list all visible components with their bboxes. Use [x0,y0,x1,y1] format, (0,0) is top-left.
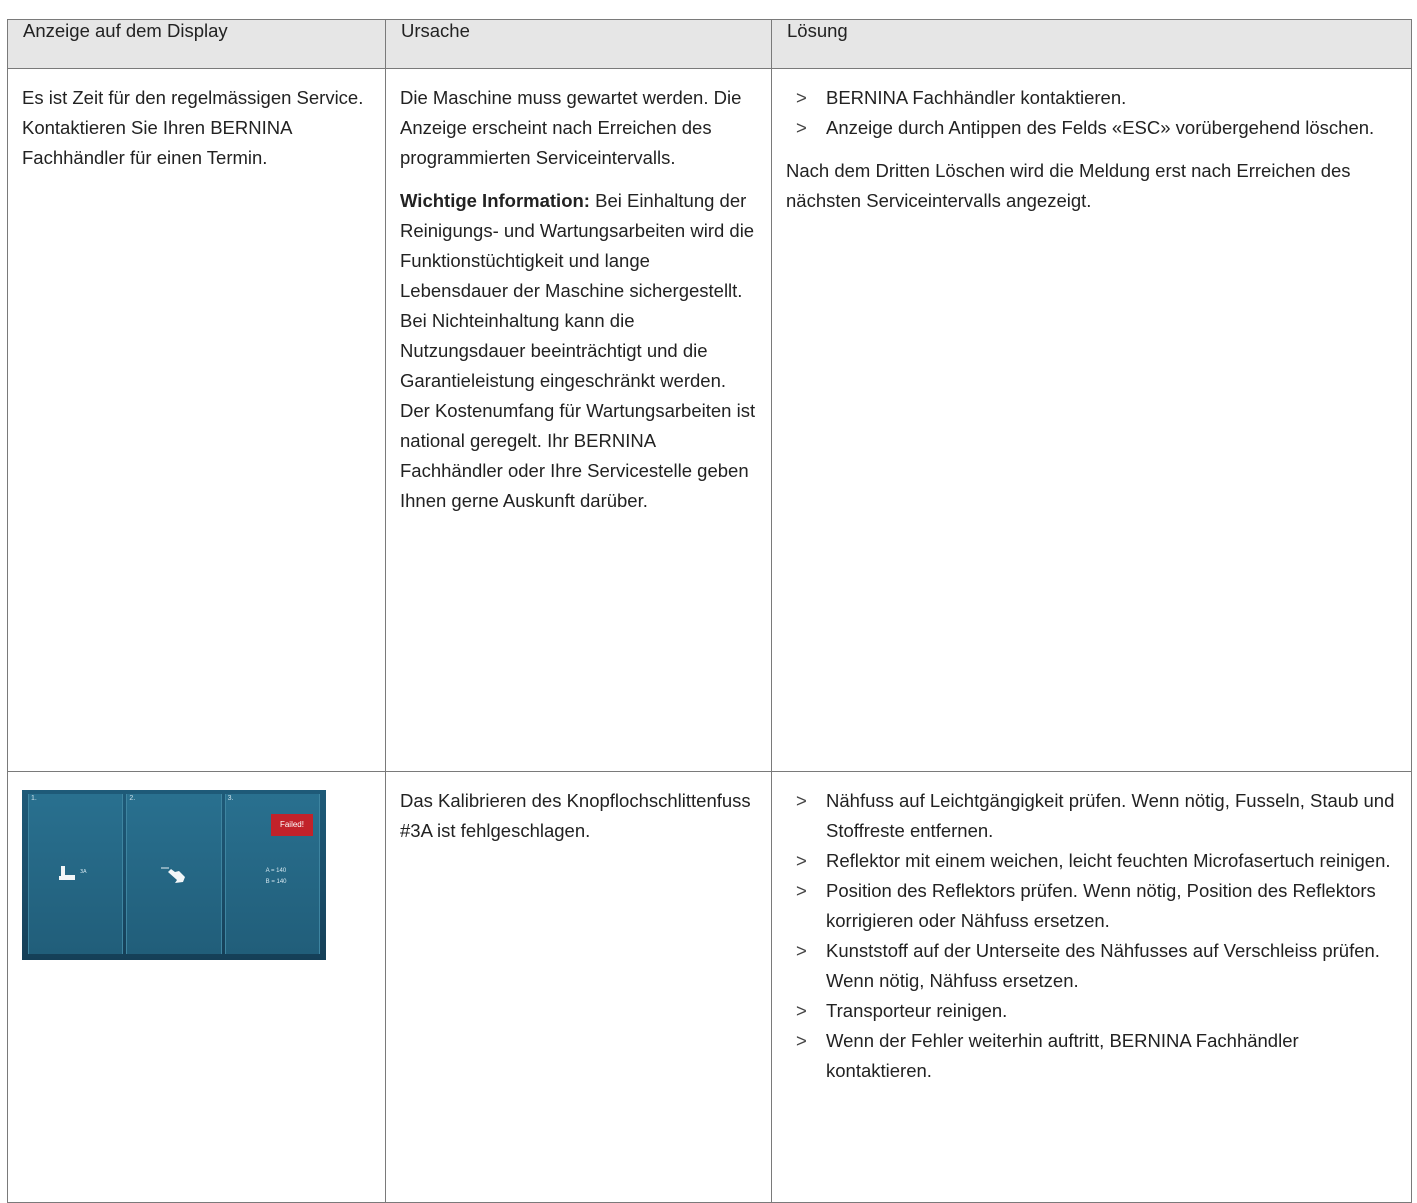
list-item: > Anzeige durch Antippen des Felds «ESC» … [786,113,1397,143]
important-note: Wichtige Information: Bei Einhaltung der… [400,186,757,516]
header-solution: Lösung [771,19,1412,69]
important-note-text: Bei Einhaltung der Reinigungs- und Wartu… [400,190,756,511]
screenshot-panel-3: 3. Failed! A = 140 B = 140 [224,794,320,954]
bullet-marker: > [796,87,807,108]
header-cause: Ursache [385,19,772,69]
header-display: Anzeige auf dem Display [7,19,386,69]
bullet-marker: > [796,880,807,901]
list-item: > Nähfuss auf Leichtgängigkeit prüfen. We… [786,786,1397,846]
solution-cell: > Nähfuss auf Leichtgängigkeit prüfen. We… [771,771,1412,1203]
display-cell: Es ist Zeit für den regelmässigen Servic… [7,68,386,772]
solution-note: Nach dem Dritten Löschen wird die Meldun… [786,160,1351,211]
troubleshooting-table: Anzeige auf dem Display Ursache Lösung E… [7,19,1412,1203]
list-item: > Position des Reflektors prüfen. Wenn nö… [786,876,1397,936]
solution-steps: > BERNINA Fachhändler kontaktieren. > Anze… [786,83,1397,143]
bullet-marker: > [796,1000,807,1021]
display-message: Es ist Zeit für den regelmässigen Servic… [22,87,364,168]
cause-text: Das Kalibrieren des Knopflochschlittenfu… [400,790,751,841]
measurement-readout: A = 140 B = 140 [265,868,287,885]
solution-steps: > Nähfuss auf Leichtgängigkeit prüfen. We… [786,786,1397,1086]
svg-text:3A: 3A [80,869,87,875]
important-note-label: Wichtige Information: [400,190,590,211]
bullet-marker: > [796,940,807,961]
presser-foot-icon: 3A [59,866,87,880]
failed-badge: Failed! [270,814,313,836]
display-cell: 1. 3A 2. 3. Failed! A = 140 B = 140 [7,771,386,1203]
solution-cell: > BERNINA Fachhändler kontaktieren. > Anze… [771,68,1412,772]
display-screenshot: 1. 3A 2. 3. Failed! A = 140 B = 140 [22,790,326,960]
screenshot-panel-2: 2. [126,794,222,954]
bullet-marker: > [796,1030,807,1051]
screenshot-panel-1: 1. 3A [28,794,124,954]
bullet-marker: > [796,117,807,138]
table-row: 1. 3A 2. 3. Failed! A = 140 B = 140 Das … [7,771,1412,1203]
cause-text: Die Maschine muss gewartet werden. Die A… [400,87,742,168]
list-item: > Wenn der Fehler weiterhin auftritt, BER… [786,1026,1397,1086]
list-item: > Reflektor mit einem weichen, leicht feu… [786,846,1397,876]
cause-cell: Das Kalibrieren des Knopflochschlittenfu… [385,771,772,1203]
bullet-marker: > [796,850,807,871]
table-row: Es ist Zeit für den regelmässigen Servic… [7,68,1412,772]
cause-cell: Die Maschine muss gewartet werden. Die A… [385,68,772,772]
bullet-marker: > [796,790,807,811]
table-header-row: Anzeige auf dem Display Ursache Lösung [7,19,1412,69]
list-item: > Transporteur reinigen. [786,996,1397,1026]
touch-hand-icon [161,867,186,883]
list-item: > BERNINA Fachhändler kontaktieren. [786,83,1397,113]
list-item: > Kunststoff auf der Unterseite des Nähfu… [786,936,1397,996]
